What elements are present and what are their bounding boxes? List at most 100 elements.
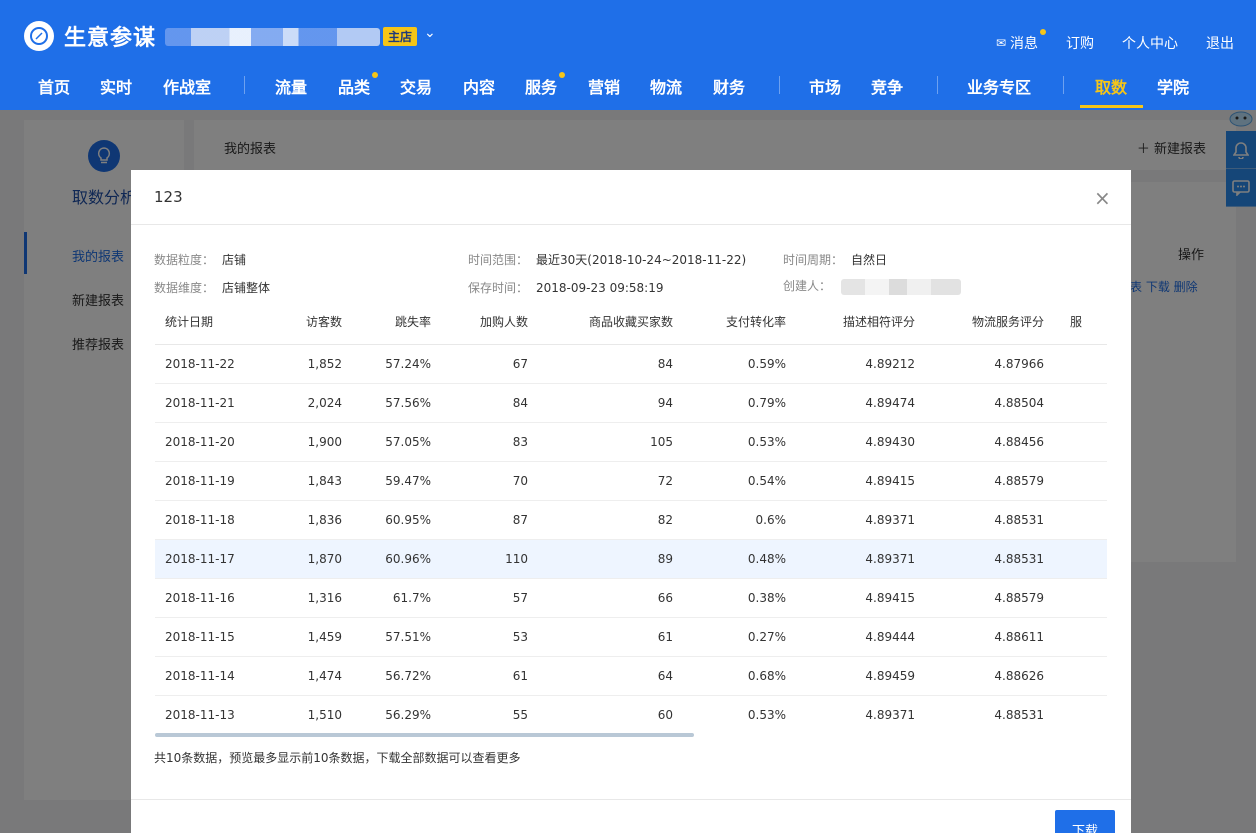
meta-time-range: 时间范围： 最近30天(2018-10-24~2018-11-22) (468, 251, 746, 268)
nav-realtime[interactable]: 实时 (100, 74, 132, 98)
table-cell: 84 (542, 344, 687, 384)
notification-dot (559, 72, 566, 78)
table-cell: 60 (542, 695, 687, 732)
column-header: 支付转化率 (687, 300, 800, 345)
table-cell: 82 (542, 500, 687, 540)
messages-label: 消息 (1010, 36, 1038, 52)
nav-finance[interactable]: 财务 (713, 74, 745, 98)
table-cell: 2018-11-14 (155, 656, 251, 696)
main-nav: 首页 实时 作战室 流量 品类 交易 内容 服务 营销 物流 财务 市场 竞争 … (0, 62, 1256, 108)
chevron-down-icon[interactable]: ⌄ (424, 25, 436, 41)
app-logo[interactable]: 生意参谋 (24, 20, 156, 52)
table-cell: 1,459 (251, 617, 356, 657)
nav-marketing[interactable]: 营销 (588, 74, 620, 98)
meta-label: 保存时间： (468, 281, 529, 295)
table-cell: 2,024 (251, 383, 356, 423)
table-cell: 0.6% (687, 500, 800, 540)
data-table: 统计日期 访客数 跳失率 加购人数 商品收藏买家数 支付转化率 描述相符评分 物… (155, 300, 1107, 732)
table-cell: 0.53% (687, 422, 800, 462)
nav-divider (779, 76, 780, 94)
meta-label: 数据维度： (154, 281, 215, 295)
table-cell (1058, 617, 1107, 657)
nav-logistics[interactable]: 物流 (650, 74, 682, 98)
notification-dot (1040, 29, 1046, 35)
compass-icon (24, 21, 54, 51)
nav-category[interactable]: 品类 (338, 72, 379, 98)
table-row[interactable]: 2018-11-18 1,836 60.95% 87 82 0.6% 4.89371 4.88… (155, 500, 1107, 540)
table-row[interactable]: 2018-11-19 1,843 59.47% 70 72 0.54% 4.89415 4.8… (155, 461, 1107, 501)
nav-divider (937, 76, 938, 94)
nav-market[interactable]: 市场 (809, 74, 841, 98)
column-header: 商品收藏买家数 (542, 300, 687, 345)
top-header: 生意参谋 主店 ⌄ ✉ 消息 订购 个人中心 退出 首页 实时 作战室 流量 品… (0, 0, 1256, 110)
nav-content[interactable]: 内容 (463, 74, 495, 98)
nav-divider (1063, 76, 1064, 94)
table-row[interactable]: 2018-11-13 1,510 56.29% 55 60 0.53% 4.89371 4.8… (155, 695, 1107, 732)
horizontal-scrollbar[interactable] (155, 733, 694, 737)
table-row[interactable]: 2018-11-15 1,459 57.51% 53 61 0.27% 4.89444 4.8… (155, 617, 1107, 657)
column-header: 统计日期 (155, 300, 251, 345)
table-cell: 57 (445, 578, 542, 618)
nav-home[interactable]: 首页 (38, 74, 70, 98)
logout-link[interactable]: 退出 (1206, 33, 1234, 53)
app-name: 生意参谋 (64, 26, 157, 51)
notification-dot (372, 72, 379, 78)
close-icon[interactable]: × (1094, 186, 1111, 210)
table-cell: 0.79% (687, 383, 800, 423)
table-cell: 4.89212 (800, 344, 929, 384)
table-cell: 0.38% (687, 578, 800, 618)
shop-name-redacted (165, 28, 380, 46)
nav-traffic[interactable]: 流量 (275, 74, 307, 98)
table-cell (1058, 500, 1107, 540)
messages-link[interactable]: ✉ 消息 (996, 29, 1046, 53)
table-row[interactable]: 2018-11-21 2,024 57.56% 84 94 0.79% 4.89474 4.8… (155, 383, 1107, 423)
table-row[interactable]: 2018-11-17 1,870 60.96% 110 89 0.48% 4.89371 4.… (155, 539, 1107, 579)
nav-divider (244, 76, 245, 94)
table-cell: 60.95% (356, 500, 445, 540)
modal-divider (131, 799, 1131, 800)
nav-service[interactable]: 服务 (525, 72, 566, 98)
table-cell: 1,870 (251, 539, 356, 579)
table-cell: 4.88611 (929, 617, 1058, 657)
table-cell: 56.29% (356, 695, 445, 732)
table-cell: 4.87966 (929, 344, 1058, 384)
data-table-wrapper[interactable]: 统计日期 访客数 跳失率 加购人数 商品收藏买家数 支付转化率 描述相符评分 物… (155, 300, 1107, 732)
table-row[interactable]: 2018-11-14 1,474 56.72% 61 64 0.68% 4.89459 4.8… (155, 656, 1107, 696)
nav-academy[interactable]: 学院 (1157, 74, 1189, 98)
column-header: 访客数 (251, 300, 356, 345)
table-cell: 1,316 (251, 578, 356, 618)
table-cell: 4.89371 (800, 500, 929, 540)
table-row[interactable]: 2018-11-22 1,852 57.24% 67 84 0.59% 4.89212 4.8… (155, 344, 1107, 384)
table-cell: 61.7% (356, 578, 445, 618)
personal-center-link[interactable]: 个人中心 (1122, 33, 1178, 53)
table-row[interactable]: 2018-11-16 1,316 61.7% 57 66 0.38% 4.89415 4.88… (155, 578, 1107, 618)
nav-competition[interactable]: 竞争 (871, 74, 903, 98)
nav-war-room[interactable]: 作战室 (163, 74, 211, 98)
report-preview-modal: 123 × 数据粒度： 店铺 时间范围： 最近30天(2018-10-24~2018… (131, 170, 1131, 833)
table-cell: 2018-11-19 (155, 461, 251, 501)
table-cell: 2018-11-17 (155, 539, 251, 579)
table-header-row: 统计日期 访客数 跳失率 加购人数 商品收藏买家数 支付转化率 描述相符评分 物… (155, 300, 1107, 345)
subscribe-link[interactable]: 订购 (1066, 33, 1094, 53)
download-button[interactable]: 下载 (1055, 810, 1115, 833)
table-cell: 72 (542, 461, 687, 501)
nav-business-zone[interactable]: 业务专区 (967, 74, 1031, 98)
table-cell: 67 (445, 344, 542, 384)
table-cell: 0.54% (687, 461, 800, 501)
table-cell: 66 (542, 578, 687, 618)
table-cell: 110 (445, 539, 542, 579)
table-row[interactable]: 2018-11-20 1,900 57.05% 83 105 0.53% 4.89430 4.… (155, 422, 1107, 462)
table-cell: 1,510 (251, 695, 356, 732)
table-cell: 4.89459 (800, 656, 929, 696)
table-cell: 1,900 (251, 422, 356, 462)
meta-label: 数据粒度： (154, 253, 215, 267)
table-cell: 2018-11-18 (155, 500, 251, 540)
top-links: ✉ 消息 订购 个人中心 退出 (996, 29, 1234, 53)
nav-fetch-data[interactable]: 取数 (1095, 74, 1127, 98)
table-cell: 55 (445, 695, 542, 732)
table-cell: 4.89415 (800, 578, 929, 618)
nav-category-label: 品类 (338, 78, 371, 97)
column-header: 服 (1058, 300, 1107, 345)
table-cell: 4.89415 (800, 461, 929, 501)
nav-trade[interactable]: 交易 (400, 74, 432, 98)
